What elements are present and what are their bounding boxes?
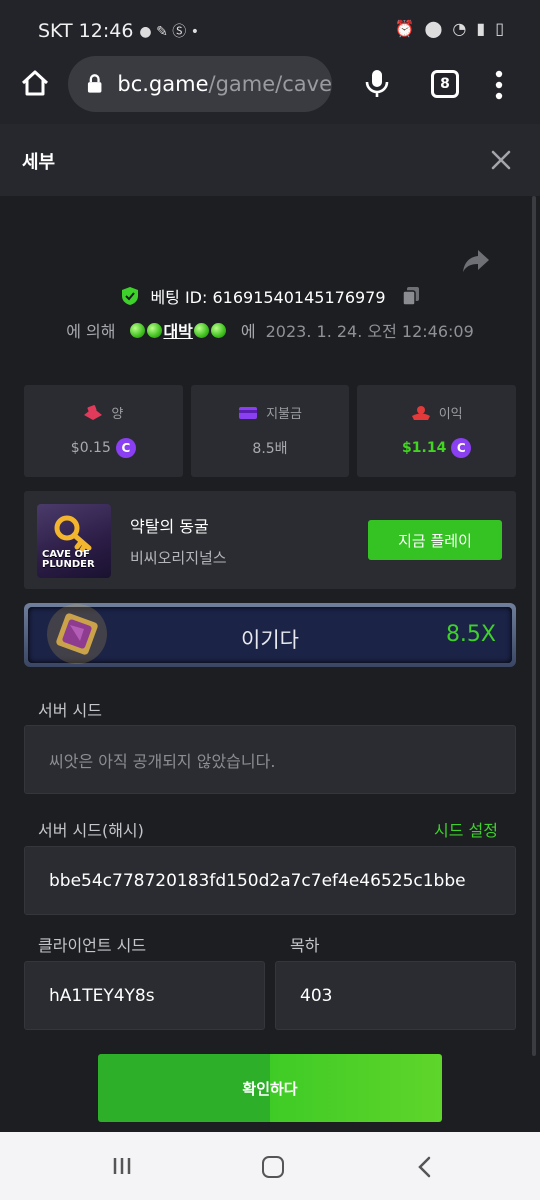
back-icon[interactable]: [415, 1156, 435, 1178]
lock-icon: [87, 74, 102, 93]
game-card: CAVE OF PLUNDER 약탈의 동굴 비씨오리지널스 지금 플레이: [24, 491, 516, 589]
stat-label: 양: [111, 407, 124, 422]
client-seed-label: 클라이언트 시드: [38, 936, 147, 955]
tab-switcher-button[interactable]: 8: [431, 70, 459, 98]
clock: 12:46: [78, 20, 134, 42]
nonce-field[interactable]: 403: [275, 961, 516, 1030]
copy-icon[interactable]: [401, 286, 420, 306]
recents-icon[interactable]: [112, 1156, 132, 1176]
share-icon[interactable]: [462, 248, 490, 274]
server-seed-field[interactable]: 씨앗은 아직 공개되지 않았습니다.: [24, 725, 516, 794]
bet-byline: 에 의해 대박 에 2023. 1. 24. 오전 12:46:09: [0, 318, 540, 342]
nonce-label: 목하: [290, 936, 320, 955]
modal-header: 세부: [0, 124, 540, 196]
signal-icon: ▮: [476, 19, 486, 38]
battery-icon: ▯: [495, 19, 504, 38]
key-icon: [54, 515, 92, 552]
bet-id: 베팅 ID: 61691540145176979: [150, 288, 386, 307]
modal-title: 세부: [22, 152, 56, 173]
ball-icon: [210, 322, 226, 338]
stat-value: $0.15: [70, 440, 111, 456]
ball-icon: [147, 322, 163, 338]
game-provider[interactable]: 비씨오리지널스: [130, 547, 227, 568]
bet-id-row: 베팅 ID: 61691540145176979: [0, 284, 540, 308]
stat-label: 이익: [438, 407, 463, 422]
confirm-button[interactable]: 확인하다: [98, 1054, 442, 1122]
stat-profit: 이익 $1.14 C: [357, 385, 517, 477]
bet-stats: 양 $0.15 C 지불금 8.5배 이익 $1.14 C: [24, 385, 517, 477]
game-thumbnail[interactable]: CAVE OF PLUNDER: [37, 504, 111, 578]
home-button-icon[interactable]: [262, 1156, 284, 1178]
alarm-icon: ⏰: [394, 19, 415, 38]
microphone-icon[interactable]: [364, 68, 390, 98]
status-right-icons: ⏰ ⬤ ◔ ▮ ▯: [395, 19, 504, 38]
result-multiplier: 8.5X: [445, 622, 496, 647]
result-text: 이기다: [241, 628, 299, 652]
bet-date: 2023. 1. 24. 오전 12:46:09: [265, 322, 474, 341]
coin-icon: C: [451, 438, 472, 458]
server-seed-hash-field[interactable]: bbe54c778720183fd150d2a7c7ef4e46525c1bbe: [24, 846, 516, 915]
stat-value: 8.5배: [252, 441, 288, 457]
result-banner: 이기다 8.5X: [24, 603, 516, 667]
url-host: bc.game: [117, 72, 209, 96]
ball-icon: [130, 322, 146, 338]
client-seed-field[interactable]: hA1TEY4Y8s: [24, 961, 265, 1030]
server-seed-hash-label: 서버 시드(해시): [38, 821, 144, 840]
close-icon[interactable]: [490, 149, 512, 171]
stat-value: $1.14: [402, 440, 447, 456]
play-now-button[interactable]: 지금 플레이: [368, 520, 502, 560]
stat-amount: 양 $0.15 C: [24, 385, 183, 477]
location-icon: ⬤: [424, 19, 443, 38]
profit-icon: [411, 405, 430, 420]
money-icon: [84, 404, 103, 420]
status-bar: SKT 12:46 ●​ ✎ Ⓢ • ⏰ ⬤ ◔ ▮ ▯: [0, 0, 540, 60]
by-label: 에 의해: [66, 322, 116, 341]
notification-icons: ●​ ✎ Ⓢ •: [139, 24, 199, 40]
username: 대박: [163, 322, 193, 341]
shield-check-icon: [122, 287, 139, 305]
carrier: SKT: [38, 20, 73, 42]
game-name: 약탈의 동굴: [130, 517, 209, 536]
system-nav-bar: [0, 1132, 540, 1200]
url-path: /game/cave: [208, 72, 333, 96]
seed-settings-link[interactable]: 시드 설정: [434, 817, 498, 841]
coin-icon: C: [115, 438, 136, 458]
at-label: 에: [240, 322, 256, 341]
username-link[interactable]: 대박: [129, 318, 226, 342]
wifi-icon: ◔: [452, 19, 467, 38]
menu-icon[interactable]: [495, 70, 503, 100]
stat-label: 지불금: [266, 407, 302, 422]
stat-payout: 지불금 8.5배: [190, 385, 350, 477]
home-icon[interactable]: [20, 68, 50, 98]
address-bar[interactable]: bc.game/game/cave: [68, 56, 332, 112]
server-seed-label: 서버 시드: [38, 701, 102, 720]
status-left: SKT 12:46 ●​ ✎ Ⓢ •: [38, 20, 199, 42]
thumbnail-caption: CAVE OF PLUNDER: [42, 549, 95, 570]
card-icon: [239, 406, 258, 419]
browser-toolbar: bc.game/game/cave 8: [0, 52, 540, 124]
ball-icon: [193, 322, 209, 338]
